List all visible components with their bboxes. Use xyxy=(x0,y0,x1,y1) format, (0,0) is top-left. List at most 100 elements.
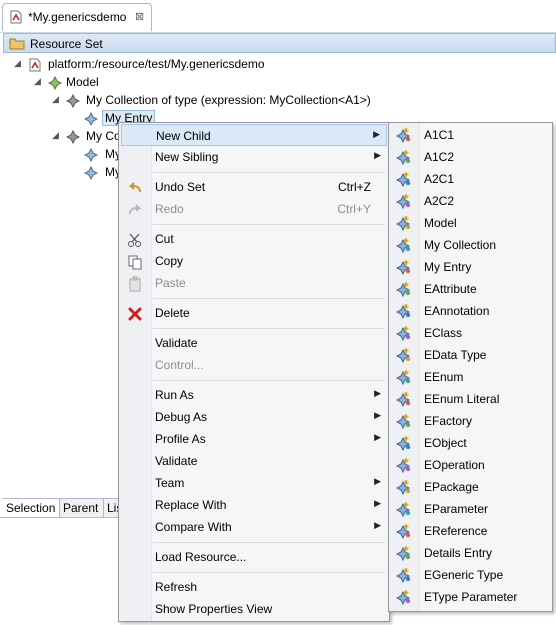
menu-item-compare-with[interactable]: Compare With ▶ xyxy=(121,516,387,538)
create-child-icon xyxy=(396,172,411,187)
submenu-label: EEnum Literal xyxy=(424,392,500,406)
menu-label: Delete xyxy=(155,306,190,320)
submenu-label: EData Type xyxy=(424,348,487,362)
menu-item-team[interactable]: Team ▶ xyxy=(121,472,387,494)
tree-label-collection1: My Collection of type (expression: MyCol… xyxy=(86,93,371,107)
submenu-item[interactable]: A2C2 xyxy=(391,190,551,212)
menu-label: Replace With xyxy=(155,498,227,512)
expand-arrow-icon[interactable]: ◢ xyxy=(52,130,59,141)
create-child-icon xyxy=(396,524,411,539)
submenu-label: A2C2 xyxy=(424,194,455,208)
viewer-header: Resource Set xyxy=(3,33,556,53)
submenu-item[interactable]: EAnnotation xyxy=(391,300,551,322)
redo-icon xyxy=(129,204,142,215)
submenu-label: EType Parameter xyxy=(424,590,518,604)
menu-item-refresh[interactable]: Refresh xyxy=(121,576,387,598)
menu-shortcut: Ctrl+Z xyxy=(338,180,371,194)
menu-item-undo[interactable]: Undo Set Ctrl+Z xyxy=(121,176,387,198)
submenu-label: EPackage xyxy=(424,480,479,494)
submenu-label: A2C1 xyxy=(424,172,455,186)
expand-arrow-icon[interactable]: ◢ xyxy=(14,58,21,69)
submenu-label: A1C2 xyxy=(424,150,455,164)
menu-separator xyxy=(153,380,385,381)
submenu-item[interactable]: Details Entry xyxy=(391,542,551,564)
menu-label: Validate xyxy=(155,336,198,350)
menu-label: Undo Set xyxy=(155,180,206,194)
menu-item-copy[interactable]: Copy xyxy=(121,250,387,272)
close-icon[interactable]: ⊠ xyxy=(135,10,144,23)
menu-item-replace-with[interactable]: Replace With ▶ xyxy=(121,494,387,516)
submenu-arrow-icon: ▶ xyxy=(374,410,381,420)
menu-label: Compare With xyxy=(155,520,232,534)
submenu-item[interactable]: EData Type xyxy=(391,344,551,366)
menu-label: Validate xyxy=(155,454,198,468)
submenu-item[interactable]: EType Parameter xyxy=(391,586,551,608)
menu-item-load-resource[interactable]: Load Resource... xyxy=(121,546,387,568)
submenu-item[interactable]: EClass xyxy=(391,322,551,344)
viewer-header-label: Resource Set xyxy=(30,37,103,51)
submenu-item[interactable]: EGeneric Type xyxy=(391,564,551,586)
submenu-label: EOperation xyxy=(424,458,485,472)
create-child-icon xyxy=(396,436,411,451)
submenu-arrow-icon: ▶ xyxy=(374,388,381,398)
menu-item-profile-as[interactable]: Profile As ▶ xyxy=(121,428,387,450)
menu-item-paste[interactable]: Paste xyxy=(121,272,387,294)
menu-item-delete[interactable]: Delete xyxy=(121,302,387,324)
model-file-icon xyxy=(10,10,22,24)
tree-label-model: Model xyxy=(66,75,99,89)
submenu-item[interactable]: EEnum xyxy=(391,366,551,388)
model-node-icon xyxy=(48,76,62,90)
element-node-icon xyxy=(66,94,80,108)
submenu-item[interactable]: EReference xyxy=(391,520,551,542)
menu-item-run-as[interactable]: Run As ▶ xyxy=(121,384,387,406)
submenu-label: Details Entry xyxy=(424,546,493,560)
create-child-icon xyxy=(396,326,411,341)
menu-item-debug-as[interactable]: Debug As ▶ xyxy=(121,406,387,428)
menu-item-validate-2[interactable]: Validate xyxy=(121,450,387,472)
menu-label: Paste xyxy=(155,276,186,290)
editor-tab[interactable]: *My.genericsdemo ⊠ xyxy=(2,3,152,31)
element-node-icon xyxy=(84,148,98,162)
menu-item-new-child[interactable]: New Child ▶ xyxy=(121,124,387,146)
submenu-arrow-icon: ▶ xyxy=(374,432,381,442)
menu-item-validate[interactable]: Validate xyxy=(121,332,387,354)
submenu-item[interactable]: EParameter xyxy=(391,498,551,520)
menu-label: Control... xyxy=(155,358,204,372)
submenu-item[interactable]: A1C2 xyxy=(391,146,551,168)
expand-arrow-icon[interactable]: ◢ xyxy=(52,94,59,105)
submenu-label: EParameter xyxy=(424,502,489,516)
menu-label: Copy xyxy=(155,254,184,268)
menu-item-control[interactable]: Control... xyxy=(121,354,387,376)
menu-label: Team xyxy=(155,476,185,490)
create-child-icon xyxy=(396,392,411,407)
submenu-label: My Entry xyxy=(424,260,472,274)
delete-icon xyxy=(128,307,142,321)
menu-item-show-properties[interactable]: Show Properties View xyxy=(121,598,387,620)
create-child-icon xyxy=(396,414,411,429)
submenu-item[interactable]: A2C1 xyxy=(391,168,551,190)
menu-separator xyxy=(153,542,385,543)
create-child-icon xyxy=(396,128,411,143)
menu-item-new-sibling[interactable]: New Sibling ▶ xyxy=(121,146,387,168)
tab-parent[interactable]: Parent xyxy=(60,499,104,517)
expand-arrow-icon[interactable]: ◢ xyxy=(34,76,41,87)
create-child-icon xyxy=(396,304,411,319)
tab-selection[interactable]: Selection xyxy=(3,499,60,517)
model-file-icon xyxy=(29,58,41,72)
submenu-item[interactable]: EEnum Literal xyxy=(391,388,551,410)
submenu-item[interactable]: Model xyxy=(391,212,551,234)
submenu-item[interactable]: EObject xyxy=(391,432,551,454)
submenu-item[interactable]: EFactory xyxy=(391,410,551,432)
submenu-item[interactable]: My Entry xyxy=(391,256,551,278)
submenu-label: EAttribute xyxy=(424,282,477,296)
menu-item-cut[interactable]: Cut xyxy=(121,228,387,250)
submenu-item[interactable]: EPackage xyxy=(391,476,551,498)
menu-item-redo[interactable]: Redo Ctrl+Y xyxy=(121,198,387,220)
create-child-icon xyxy=(396,194,411,209)
element-node-icon xyxy=(84,166,98,180)
submenu-item[interactable]: EOperation xyxy=(391,454,551,476)
submenu-item[interactable]: EAttribute xyxy=(391,278,551,300)
submenu-item[interactable]: My Collection xyxy=(391,234,551,256)
submenu-item[interactable]: A1C1 xyxy=(391,124,551,146)
menu-label: Refresh xyxy=(155,580,198,594)
